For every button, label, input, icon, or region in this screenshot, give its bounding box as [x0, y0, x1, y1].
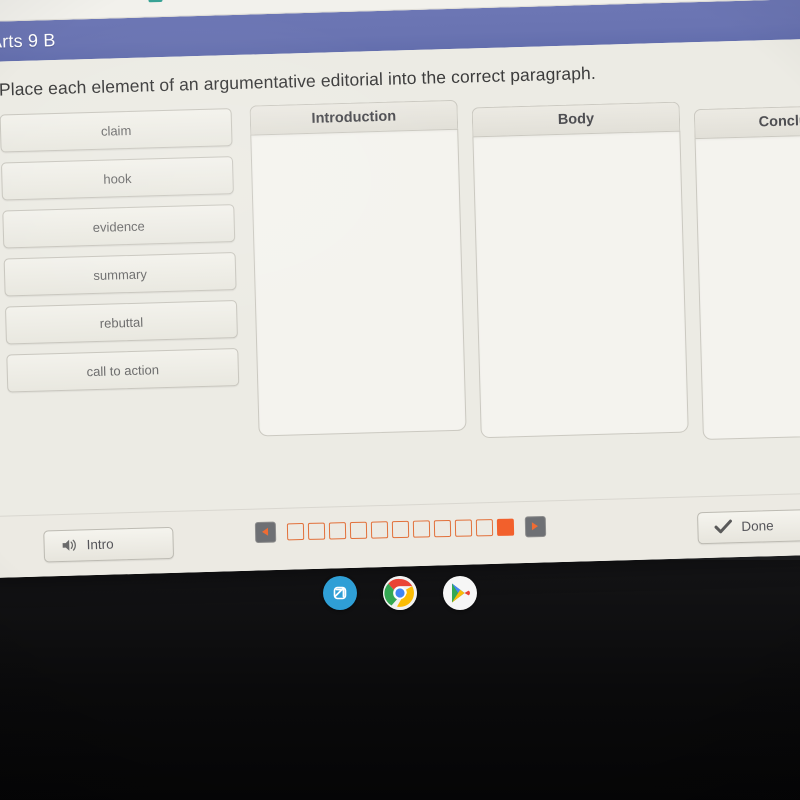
tile-label: rebuttal: [99, 314, 144, 331]
pagination-dot[interactable]: [433, 519, 451, 537]
course-title: e Arts 9 B: [0, 29, 56, 52]
drop-zone-title: Conclusion: [693, 103, 800, 139]
app-icon[interactable]: [323, 576, 357, 610]
pagination-dot[interactable]: [286, 522, 304, 540]
bookmark-label: 2019-2020 5th Peri...: [167, 0, 286, 1]
chevron-left-icon: [261, 527, 269, 536]
drop-zone-area[interactable]: [472, 130, 689, 439]
pagination-dot[interactable]: [328, 521, 346, 539]
tile-label: hook: [103, 170, 132, 187]
screen-photo: ng 2 2... ▤ 2019-2020 5th Peri... Bb Bla…: [0, 0, 800, 800]
drop-zone-introduction[interactable]: Introduction: [249, 99, 467, 453]
tile-hook[interactable]: hook: [0, 156, 234, 201]
pagination-dot[interactable]: [349, 521, 367, 539]
pagination-dot[interactable]: [454, 519, 472, 537]
tile-label: evidence: [92, 218, 145, 235]
drop-zone-conclusion[interactable]: Conclusion: [693, 103, 800, 441]
pagination-next-button[interactable]: [524, 515, 546, 537]
drop-zone-area[interactable]: [694, 132, 800, 441]
tile-summary[interactable]: summary: [3, 252, 237, 297]
pagination-dot[interactable]: [496, 518, 514, 536]
browser-window: ng 2 2... ▤ 2019-2020 5th Peri... Bb Bla…: [0, 0, 800, 579]
drop-zones: Introduction Body Conclusion: [249, 87, 800, 452]
activity-canvas: Place each element of an argumentative e…: [0, 37, 800, 579]
tile-label: summary: [93, 266, 148, 283]
chevron-right-icon: [531, 522, 539, 531]
bookmark-classroom[interactable]: ▤ 2019-2020 5th Peri...: [148, 0, 286, 2]
chromeos-shelf: [0, 566, 800, 620]
pagination-dot[interactable]: [307, 522, 325, 540]
pagination-dot[interactable]: [475, 518, 493, 536]
classroom-icon: ▤: [148, 0, 163, 2]
pagination-dots: [286, 518, 514, 540]
pagination-dot[interactable]: [391, 520, 409, 538]
pagination-dot[interactable]: [370, 520, 388, 539]
drop-zone-area[interactable]: [250, 128, 467, 437]
tile-label: call to action: [86, 361, 160, 379]
tile-label: claim: [100, 122, 132, 139]
tile-call-to-action[interactable]: call to action: [6, 347, 240, 393]
draggable-tiles-column: claim hook evidence summary rebuttal cal…: [0, 106, 240, 393]
pagination-prev-button[interactable]: [254, 521, 276, 543]
tile-claim[interactable]: claim: [0, 108, 233, 153]
tile-evidence[interactable]: evidence: [2, 204, 236, 249]
pagination-dot[interactable]: [412, 519, 430, 538]
tile-rebuttal[interactable]: rebuttal: [4, 300, 238, 345]
play-store-icon[interactable]: [443, 576, 477, 610]
chrome-icon[interactable]: [383, 576, 417, 610]
drop-zone-body[interactable]: Body: [471, 101, 689, 447]
